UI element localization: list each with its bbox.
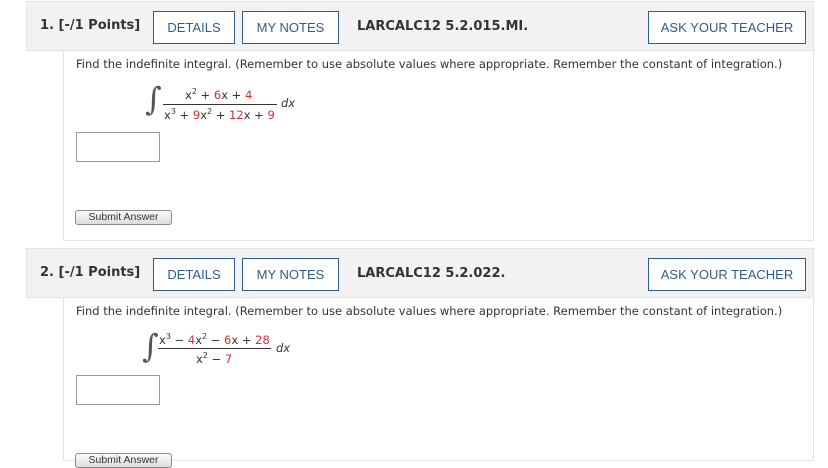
question-1-title: 1. [-/1 Points] [40,18,141,33]
denominator: x3 + 9x2 + 12x + 9 [164,107,275,123]
answer-input[interactable] [76,375,160,405]
answer-input[interactable] [76,132,160,162]
details-button[interactable]: DETAILS [153,11,235,44]
my-notes-button[interactable]: MY NOTES [242,11,339,44]
numerator: x3 − 4x2 − 6x + 28 [159,332,270,348]
question-2-title: 2. [-/1 Points] [40,265,141,280]
question-1-body [63,51,814,241]
submit-answer-button[interactable]: Submit Answer [75,210,172,225]
integral-sign: ∫ [145,80,162,118]
numerator: x2 + 6x + 4 [185,87,253,103]
question-2-body [63,298,814,461]
denominator: x2 − 7 [196,351,233,367]
question-2-header: 2. [-/1 Points] DETAILS MY NOTES LARCALC… [26,248,814,298]
ask-your-teacher-button[interactable]: ASK YOUR TEACHER [648,11,806,44]
question-instruction: Find the indefinite integral. (Remember … [76,57,783,71]
question-1-header: 1. [-/1 Points] DETAILS MY NOTES LARCALC… [26,1,814,51]
question-reference: LARCALC12 5.2.022. [357,266,506,281]
differential: dx [276,341,291,355]
question-reference: LARCALC12 5.2.015.MI. [357,19,529,34]
fraction-bar [163,104,277,105]
details-button[interactable]: DETAILS [153,258,235,291]
fraction-bar [158,348,271,349]
question-instruction: Find the indefinite integral. (Remember … [76,304,783,318]
differential: dx [281,96,296,110]
my-notes-button[interactable]: MY NOTES [242,258,339,291]
integral-sign: ∫ [142,327,159,365]
ask-your-teacher-button[interactable]: ASK YOUR TEACHER [648,258,806,291]
